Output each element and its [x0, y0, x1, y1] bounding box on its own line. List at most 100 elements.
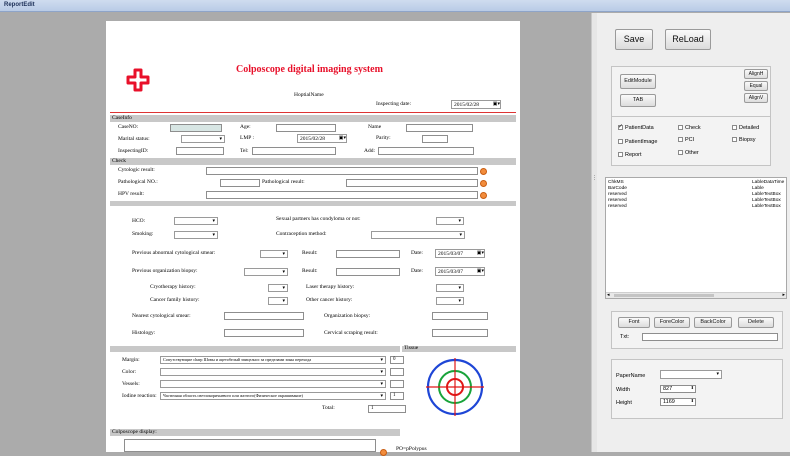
checkbox-label: Other: [685, 150, 699, 156]
cytologic-label: Cytologic result:: [118, 167, 155, 173]
other-cancer-select[interactable]: ▾: [436, 297, 464, 305]
cervix-target-diagram[interactable]: [424, 356, 486, 418]
vessels-score[interactable]: [390, 380, 404, 388]
vessels-select[interactable]: ▾: [160, 380, 386, 388]
tab-button[interactable]: TAB: [620, 94, 656, 107]
iodine-select-value: Частичная область светлокоричневого или …: [163, 393, 303, 398]
equal-button[interactable]: Equal: [744, 81, 768, 91]
sexual-select[interactable]: ▾: [436, 217, 464, 225]
display-edit-icon[interactable]: [380, 449, 387, 456]
papername-label: PaperName: [616, 373, 646, 379]
width-stepper[interactable]: 827 ⬍: [660, 385, 696, 393]
txt-field[interactable]: [642, 333, 778, 341]
iodine-score[interactable]: 1: [390, 392, 404, 400]
prev-smear-date-picker[interactable]: 2015/03/07 ▣▾: [435, 249, 485, 258]
prev-biopsy-result-field[interactable]: [336, 268, 400, 276]
age-field[interactable]: [276, 124, 336, 132]
pathological-edit-icon[interactable]: [480, 180, 487, 187]
color-score[interactable]: [390, 368, 404, 376]
lmp-date-picker[interactable]: 2015/02/28 ▣▾: [297, 134, 347, 143]
checkbox-detailed[interactable]: Detailed: [732, 125, 759, 131]
histology-field[interactable]: [224, 329, 304, 337]
checkbox-check[interactable]: Check: [678, 125, 701, 131]
parity-field[interactable]: [422, 135, 448, 143]
add-field[interactable]: [378, 147, 474, 155]
checkbox-report[interactable]: Report: [618, 152, 642, 158]
scrollbar-thumb[interactable]: [614, 294, 714, 297]
list-item[interactable]: reserved: [608, 204, 627, 209]
caseno-field[interactable]: [170, 124, 222, 132]
cytologic-edit-icon[interactable]: [480, 168, 487, 175]
smoking-select[interactable]: ▾: [174, 231, 218, 239]
pathological-no-field[interactable]: [220, 179, 260, 187]
height-stepper[interactable]: 1169 ⬍: [660, 398, 696, 406]
style-group: Font ForeColor BackColor Delete Txt:: [611, 311, 783, 349]
pathological-result-field[interactable]: [346, 179, 478, 187]
hpv-edit-icon[interactable]: [480, 192, 487, 199]
checkbox-pci[interactable]: PCI: [678, 137, 694, 143]
stepper-arrows-icon[interactable]: ⬍: [691, 385, 694, 390]
chevron-down-icon: ▾: [282, 286, 285, 291]
tel-field[interactable]: [252, 147, 336, 155]
color-select[interactable]: ▾: [160, 368, 386, 376]
list-item[interactable]: reserved: [608, 198, 627, 203]
cryo-select[interactable]: ▾: [268, 284, 288, 292]
checkbox-biopsy[interactable]: Biopsy: [732, 137, 756, 143]
margin-score[interactable]: 0: [390, 356, 404, 364]
scroll-right-icon: ▸: [782, 293, 785, 298]
laser-label: Laser therapy history:: [306, 284, 355, 290]
checkbox-icon: [678, 150, 683, 156]
cryo-label: Cryotherapy history:: [150, 284, 196, 290]
margin-select[interactable]: Сопутствующие сharp Шовы и ацетобелый эп…: [160, 356, 386, 364]
alignh-button[interactable]: AlignH: [744, 69, 768, 79]
delete-button[interactable]: Delete: [738, 317, 774, 328]
prev-smear-result-field[interactable]: [336, 250, 400, 258]
smoking-label: Smoking:: [132, 231, 154, 237]
field-list[interactable]: ChkMS LableDataTime BarCode Lable reserv…: [605, 177, 787, 299]
horizontal-scrollbar[interactable]: ◂ ▸: [606, 292, 786, 298]
list-item[interactable]: reserved: [608, 192, 627, 197]
forecolor-button[interactable]: ForeColor: [654, 317, 690, 328]
checkbox-other[interactable]: Other: [678, 150, 699, 156]
cervical-label: Cervical scraping result:: [324, 330, 378, 336]
list-item-type: Lable: [752, 186, 764, 191]
cytologic-field[interactable]: [206, 167, 478, 175]
nearest-smear-field[interactable]: [224, 312, 304, 320]
checkbox-patientimage[interactable]: PatientImage: [618, 139, 657, 145]
hco-select[interactable]: ▾: [174, 217, 218, 225]
inspect-date-picker[interactable]: 2015/02/28 ▣▾: [451, 100, 501, 109]
cancer-family-select[interactable]: ▾: [268, 297, 288, 305]
prev-biopsy-date-picker[interactable]: 2015/03/07 ▣▾: [435, 267, 485, 276]
prev-biopsy-select[interactable]: ▾: [244, 268, 288, 276]
papername-select[interactable]: ▾: [660, 370, 722, 379]
check-header: Check: [110, 158, 516, 165]
stepper-arrows-icon[interactable]: ⬍: [691, 398, 694, 403]
list-item[interactable]: ChkMS: [608, 180, 624, 185]
marital-select[interactable]: ▾: [181, 135, 225, 143]
editmodule-button[interactable]: EditModule: [620, 74, 656, 89]
checkbox-icon: [678, 137, 683, 143]
name-field[interactable]: [406, 124, 473, 132]
contraception-select[interactable]: ▾: [371, 231, 465, 239]
checkbox-patientdata[interactable]: PatientData: [618, 123, 654, 131]
backcolor-button[interactable]: BackColor: [694, 317, 732, 328]
list-item[interactable]: BarCode: [608, 186, 627, 191]
hpv-field[interactable]: [206, 191, 478, 199]
font-button[interactable]: Font: [618, 317, 650, 328]
prev-biopsy-label: Previous organization biopsy:: [132, 268, 198, 274]
chevron-down-icon: ▾: [458, 286, 461, 291]
total-field[interactable]: 1: [368, 405, 406, 413]
reload-button[interactable]: ReLoad: [665, 29, 711, 50]
display-textarea[interactable]: [124, 439, 376, 452]
laser-select[interactable]: ▾: [436, 284, 464, 292]
caseinfo-header: CaseInfo: [110, 115, 516, 122]
iodine-select[interactable]: Частичная область светлокоричневого или …: [160, 392, 386, 400]
inspecting-id-field[interactable]: [176, 147, 224, 155]
prev-smear-select[interactable]: ▾: [260, 250, 288, 258]
org-biopsy-field[interactable]: [432, 312, 488, 320]
cervical-field[interactable]: [432, 329, 488, 337]
save-button[interactable]: Save: [615, 29, 653, 50]
check-header-text: Check: [112, 158, 127, 164]
org-biopsy-label: Organization biopsy:: [324, 313, 371, 319]
alignv-button[interactable]: AlignV: [744, 93, 768, 103]
